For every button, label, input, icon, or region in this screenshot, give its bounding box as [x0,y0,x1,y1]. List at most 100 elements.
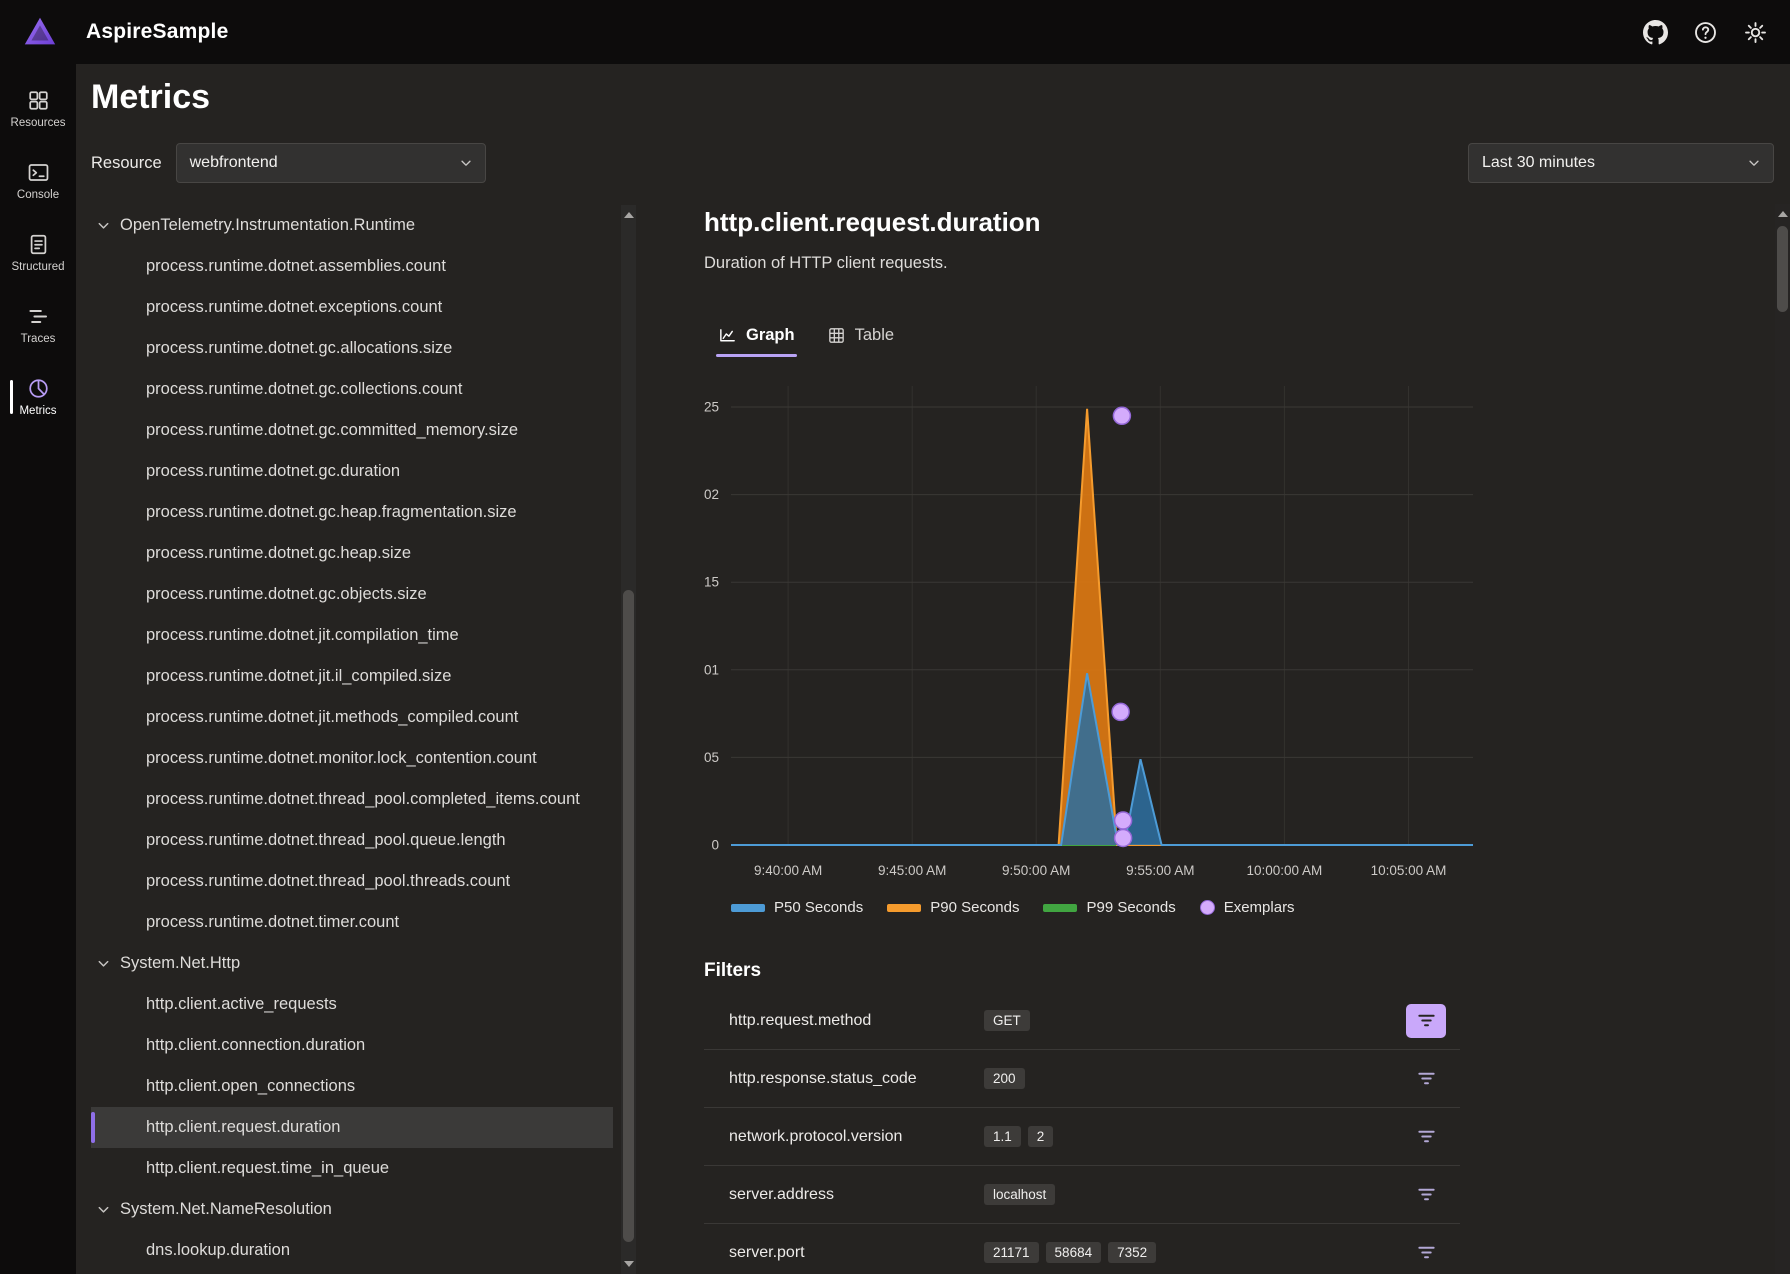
resource-label: Resource [91,154,162,173]
legend-label: P50 Seconds [774,899,863,916]
filter-values: GET [984,1010,1030,1031]
tab-label: Table [855,326,894,345]
tree-item[interactable]: process.runtime.dotnet.gc.duration [91,451,613,492]
sidebar-item-traces[interactable]: Traces [0,289,76,361]
filter-value-badge: 200 [984,1068,1025,1089]
filter-row: network.protocol.version 1.12 [704,1108,1460,1166]
console-icon [27,161,50,184]
tab-label: Graph [746,326,795,345]
metric-chart: 9:40:00 AM9:45:00 AM9:50:00 AM9:55:00 AM… [704,371,1516,891]
tree-item[interactable]: http.client.request.time_in_queue [91,1148,613,1189]
filter-icon [1416,1184,1437,1205]
tree-item[interactable]: process.runtime.dotnet.exceptions.count [91,287,613,328]
tree-item[interactable]: process.runtime.dotnet.gc.committed_memo… [91,410,613,451]
resource-select[interactable]: webfrontend [176,143,486,183]
github-button[interactable] [1640,17,1670,47]
svg-text:9:55:00 AM: 9:55:00 AM [1126,863,1194,878]
tree-item[interactable]: process.runtime.dotnet.gc.heap.fragmenta… [91,492,613,533]
scrollbar-thumb[interactable] [1777,226,1788,312]
tree-item-label: process.runtime.dotnet.gc.heap.size [146,544,411,563]
filter-button[interactable] [1406,1004,1446,1038]
tree-item[interactable]: process.runtime.dotnet.gc.allocations.si… [91,328,613,369]
filter-values: 1.12 [984,1126,1053,1147]
tree-group-label: System.Net.Http [120,954,240,973]
tree-item[interactable]: process.runtime.dotnet.thread_pool.threa… [91,861,613,902]
tree-item[interactable]: process.runtime.dotnet.jit.compilation_t… [91,615,613,656]
tree-item[interactable]: process.runtime.dotnet.assemblies.count [91,246,613,287]
tree-item[interactable]: process.runtime.dotnet.jit.methods_compi… [91,697,613,738]
page-title: Metrics [91,78,1790,117]
tree-item[interactable]: process.runtime.dotnet.monitor.lock_cont… [91,738,613,779]
filter-value-badge: 1.1 [984,1126,1021,1147]
tab-graph[interactable]: Graph [716,313,797,357]
filter-button[interactable] [1406,1236,1446,1270]
tree-item[interactable]: process.runtime.dotnet.thread_pool.compl… [91,779,613,820]
tree-item[interactable]: dns.lookup.duration [91,1230,613,1271]
tree-item-label: process.runtime.dotnet.timer.count [146,913,399,932]
app-title: AspireSample [86,20,228,44]
scrollbar-thumb[interactable] [623,590,634,1242]
tree-item-label: process.runtime.dotnet.thread_pool.queue… [146,831,506,850]
filter-name: http.request.method [729,1012,984,1030]
tree-item-label: http.client.connection.duration [146,1036,365,1055]
scroll-up-icon[interactable] [621,207,636,223]
tree-group[interactable]: System.Net.Http [91,943,613,984]
tree-item-label: process.runtime.dotnet.assemblies.count [146,257,446,276]
scroll-up-icon[interactable] [1775,206,1790,222]
tree-item[interactable]: process.runtime.dotnet.gc.collections.co… [91,369,613,410]
filter-button[interactable] [1406,1062,1446,1096]
svg-text:0.025: 0.025 [704,400,719,415]
filter-name: server.port [729,1244,984,1262]
settings-button[interactable] [1740,17,1770,47]
resources-icon [27,89,50,112]
svg-text:0.005: 0.005 [704,750,719,765]
tree-item-label: process.runtime.dotnet.gc.allocations.si… [146,339,452,358]
tree-item[interactable]: http.client.open_connections [91,1066,613,1107]
sidebar-item-metrics[interactable]: Metrics [0,361,76,433]
svg-text:0.01: 0.01 [704,662,719,677]
tree-item[interactable]: process.runtime.dotnet.gc.heap.size [91,533,613,574]
chevron-down-icon [96,1202,111,1217]
filter-row: server.address localhost [704,1166,1460,1224]
tree-group[interactable]: OpenTelemetry.Instrumentation.Runtime [91,205,613,246]
tree-item-label: http.client.request.time_in_queue [146,1159,389,1178]
topbar: AspireSample [0,0,1790,64]
tree-item[interactable]: http.client.connection.duration [91,1025,613,1066]
filter-button[interactable] [1406,1178,1446,1212]
filter-icon [1416,1068,1437,1089]
pane-scrollbar[interactable] [1775,204,1790,1274]
tree-group-label: System.Net.NameResolution [120,1200,332,1219]
sidebar-item-structured[interactable]: Structured [0,217,76,289]
scroll-down-icon[interactable] [621,1256,636,1272]
chevron-down-icon [96,218,111,233]
sidebar-item-console[interactable]: Console [0,145,76,217]
filter-button[interactable] [1406,1120,1446,1154]
help-button[interactable] [1690,17,1720,47]
tree-item[interactable]: process.runtime.dotnet.thread_pool.queue… [91,820,613,861]
filter-icon [1416,1010,1437,1031]
chevron-down-icon [1747,156,1761,170]
legend-label: P99 Seconds [1086,899,1175,916]
filters-rows: http.request.method GET http.response.st… [704,992,1460,1274]
sidebar-item-resources[interactable]: Resources [0,73,76,145]
filter-icon [1416,1242,1437,1263]
tree-group[interactable]: System.Net.NameResolution [91,1189,613,1230]
tree-item[interactable]: process.runtime.dotnet.jit.il_compiled.s… [91,656,613,697]
tab-table[interactable]: Table [825,313,896,357]
sidebar: Resources Console Structured Traces Metr… [0,64,76,1274]
panes: OpenTelemetry.Instrumentation.Runtime pro… [91,205,1790,1274]
tree-item[interactable]: process.runtime.dotnet.timer.count [91,902,613,943]
filter-values: 21171586847352 [984,1242,1156,1263]
time-range-select[interactable]: Last 30 minutes [1468,143,1774,183]
tree-item[interactable]: http.client.request.duration [91,1107,613,1148]
tree-item[interactable]: process.runtime.dotnet.gc.objects.size [91,574,613,615]
exemplar-dot-icon [1200,900,1215,915]
svg-text:10:00:00 AM: 10:00:00 AM [1246,863,1322,878]
filter-values: 200 [984,1068,1025,1089]
traces-icon [27,305,50,328]
filter-name: server.address [729,1186,984,1204]
tree-item[interactable]: http.client.active_requests [91,984,613,1025]
svg-text:9:50:00 AM: 9:50:00 AM [1002,863,1070,878]
tree-scrollbar[interactable] [621,205,636,1274]
filter-name: network.protocol.version [729,1128,984,1146]
